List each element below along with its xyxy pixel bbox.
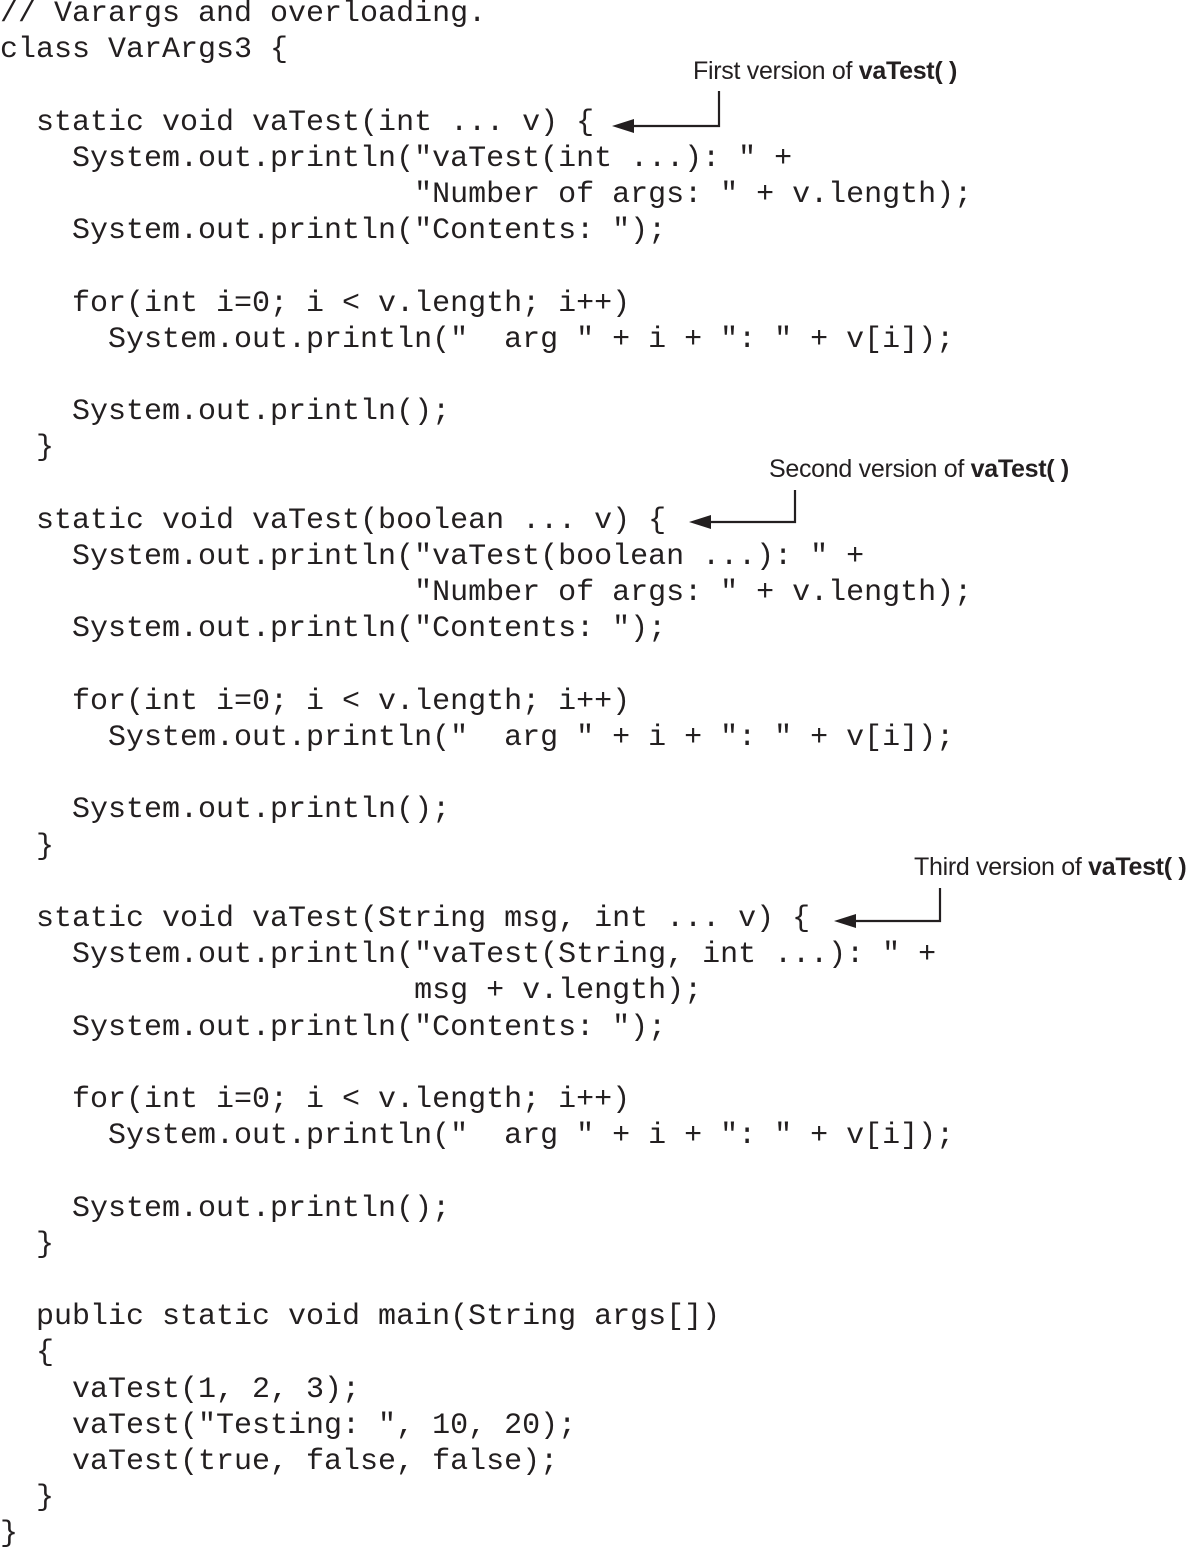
arrow-first-version — [612, 91, 721, 133]
arrow-third-version — [834, 888, 942, 928]
callout-arrows — [612, 91, 942, 928]
arrow-second-version — [689, 490, 797, 529]
